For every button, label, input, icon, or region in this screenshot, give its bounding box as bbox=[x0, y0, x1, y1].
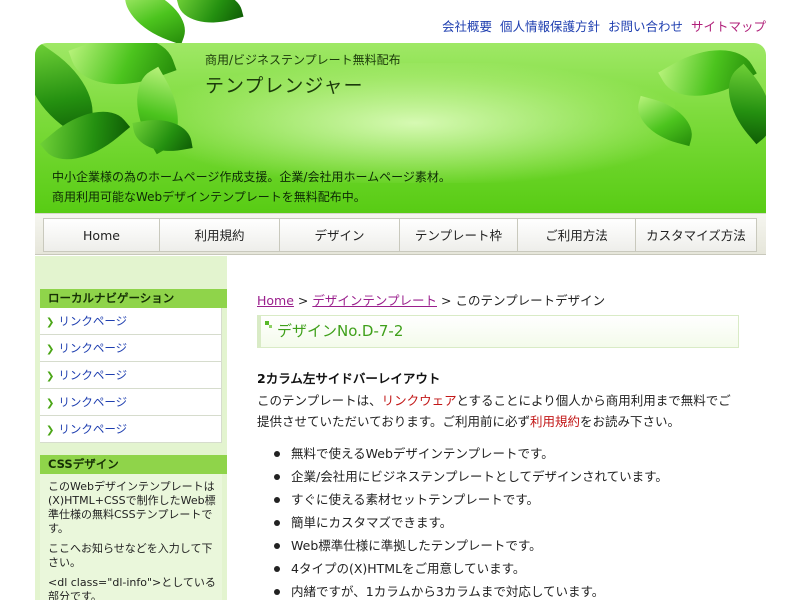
nav-home[interactable]: Home bbox=[43, 218, 160, 252]
global-nav: Home 利用規約 デザイン テンプレート枠 ご利用方法 カスタマイズ方法 bbox=[35, 213, 766, 255]
breadcrumb-separator: > bbox=[297, 293, 313, 308]
leaf-decoration bbox=[176, 0, 244, 33]
nav-usage[interactable]: ご利用方法 bbox=[518, 218, 636, 252]
local-nav-item[interactable]: ❯ リンクページ bbox=[40, 308, 222, 335]
local-nav-title: ローカルナビゲーション bbox=[40, 289, 227, 308]
arrow-right-icon: ❯ bbox=[46, 425, 55, 436]
nav-customize[interactable]: カスタマイズ方法 bbox=[636, 218, 757, 252]
info-text: このWebデザインテンプレートは(X)HTML+CSSで制作したWeb標準仕様の… bbox=[48, 480, 216, 535]
nav-template-frame[interactable]: テンプレート枠 bbox=[400, 218, 518, 252]
site-title[interactable]: テンプレンジャー bbox=[205, 71, 363, 98]
catch-copy: 中小企業様の為のホームページ作成支援。企業/会社用ホームページ素材。 商用利用可… bbox=[52, 167, 451, 207]
section-title: 2カラム左サイドバーレイアウト bbox=[257, 371, 441, 386]
local-nav-link[interactable]: リンクページ bbox=[58, 368, 127, 382]
local-nav-link[interactable]: リンクページ bbox=[58, 395, 127, 409]
arrow-right-icon: ❯ bbox=[46, 344, 55, 355]
terms-link[interactable]: 利用規約 bbox=[530, 414, 580, 429]
site-subtitle: 商用/ビジネステンプレート無料配布 bbox=[205, 53, 401, 67]
breadcrumb: Home > デザインテンプレート > このテンプレートデザイン bbox=[257, 290, 605, 309]
top-link-privacy[interactable]: 個人情報保護方針 bbox=[500, 16, 600, 35]
intro-paragraph: このテンプレートは、リンクウェアとすることにより個人から商用利用まで無料でご提供… bbox=[257, 390, 739, 432]
local-nav-menu: ❯ リンクページ ❯ リンクページ ❯ リンクページ ❯ リンクページ ❯ リンクページ bbox=[40, 308, 222, 443]
breadcrumb-home[interactable]: Home bbox=[257, 293, 294, 308]
page-heading: デザインNo.D-7-2 bbox=[257, 315, 739, 348]
main-column: Home > デザインテンプレート > このテンプレートデザイン デザインNo.… bbox=[257, 256, 762, 600]
header-banner: 商用/ビジネステンプレート無料配布 テンプレンジャー 中小企業様の為のホームペー… bbox=[35, 43, 766, 213]
nav-terms[interactable]: 利用規約 bbox=[160, 218, 280, 252]
catch-line: 商用利用可能なWebデザインテンプレートを無料配布中。 bbox=[52, 190, 366, 204]
local-nav-link[interactable]: リンクページ bbox=[58, 341, 127, 355]
breadcrumb-design-template[interactable]: デザインテンプレート bbox=[312, 293, 437, 308]
breadcrumb-current: このテンプレートデザイン bbox=[455, 293, 606, 308]
info-text: <dl class="dl-info">としている部分です。 bbox=[48, 576, 216, 600]
top-link-contact[interactable]: お問い合わせ bbox=[608, 16, 683, 35]
local-nav-link[interactable]: リンクページ bbox=[58, 422, 127, 436]
intro-text: このテンプレートは、 bbox=[257, 393, 382, 408]
arrow-right-icon: ❯ bbox=[46, 317, 55, 328]
content-area: ローカルナビゲーション ❯ リンクページ ❯ リンクページ ❯ リンクページ ❯ リンク… bbox=[35, 256, 766, 600]
sidebar: ローカルナビゲーション ❯ リンクページ ❯ リンクページ ❯ リンクページ ❯ リンク… bbox=[35, 256, 227, 600]
intro-text: をお読み下さい。 bbox=[580, 414, 681, 429]
arrow-right-icon: ❯ bbox=[46, 371, 55, 382]
local-nav-item[interactable]: ❯ リンクページ bbox=[40, 335, 222, 362]
top-link-sitemap[interactable]: サイトマップ bbox=[691, 16, 766, 35]
feature-item: 簡単にカスタマズできます。 bbox=[257, 511, 668, 534]
local-nav-item[interactable]: ❯ リンクページ bbox=[40, 362, 222, 389]
linkware-link[interactable]: リンクウェア bbox=[382, 393, 457, 408]
feature-list: 無料で使えるWebデザインテンプレートです。 企業/会社用にビジネステンプレート… bbox=[257, 442, 668, 600]
feature-item: 無料で使えるWebデザインテンプレートです。 bbox=[257, 442, 668, 465]
top-link-company[interactable]: 会社概要 bbox=[442, 16, 492, 35]
local-nav-item[interactable]: ❯ リンクページ bbox=[40, 416, 222, 443]
breadcrumb-separator: > bbox=[440, 293, 456, 308]
arrow-right-icon: ❯ bbox=[46, 398, 55, 409]
feature-item: 内緒ですが、1カラムから3カラムまで対応しています。 bbox=[257, 580, 668, 600]
feature-item: 企業/会社用にビジネステンプレートとしてデザインされています。 bbox=[257, 465, 668, 488]
page-heading-text: デザインNo.D-7-2 bbox=[277, 322, 404, 340]
catch-line: 中小企業様の為のホームページ作成支援。企業/会社用ホームページ素材。 bbox=[52, 170, 451, 184]
heading-mark-icon bbox=[269, 325, 272, 328]
feature-item: 4タイプの(X)HTMLをご用意しています。 bbox=[257, 557, 668, 580]
css-design-text: このWebデザインテンプレートは(X)HTML+CSSで制作したWeb標準仕様の… bbox=[40, 474, 222, 600]
css-design-title: CSSデザイン bbox=[40, 455, 227, 474]
feature-item: すぐに使える素材セットテンプレートです。 bbox=[257, 488, 668, 511]
nav-design[interactable]: デザイン bbox=[280, 218, 400, 252]
local-nav-item[interactable]: ❯ リンクページ bbox=[40, 389, 222, 416]
local-nav-link[interactable]: リンクページ bbox=[58, 314, 127, 328]
feature-item: Web標準仕様に準拠したテンプレートです。 bbox=[257, 534, 668, 557]
info-text: ここへお知らせなどを入力して下さい。 bbox=[48, 542, 213, 569]
top-links: 会社概要 個人情報保護方針 お問い合わせ サイトマップ bbox=[442, 16, 766, 35]
